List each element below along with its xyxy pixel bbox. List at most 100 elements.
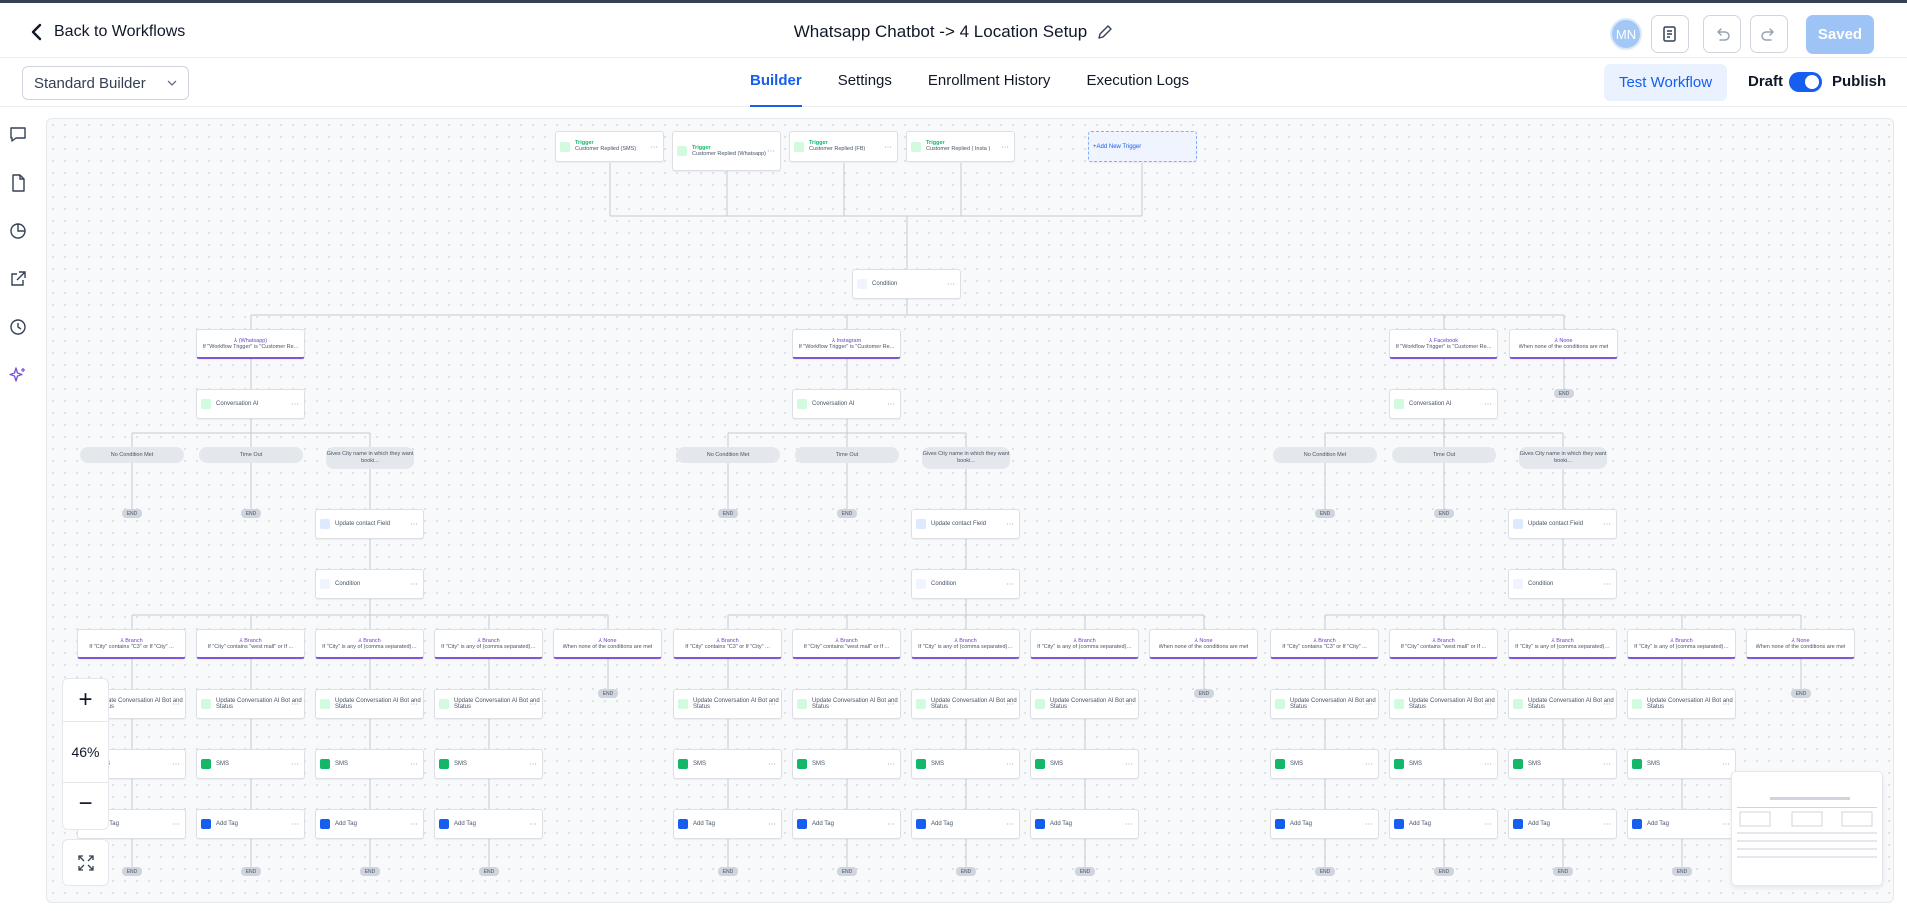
node-menu-icon[interactable]: ⋯ bbox=[1603, 520, 1611, 529]
node-menu-icon[interactable]: ⋯ bbox=[1006, 520, 1014, 529]
add-tag-node[interactable]: Add Tag ⋯ bbox=[434, 809, 543, 839]
notes-button[interactable] bbox=[1651, 15, 1689, 53]
conversation-ai-node[interactable]: Conversation AI ⋯ bbox=[792, 389, 901, 419]
update-ai-node[interactable]: Update Conversation AI Bot and Status⋯ bbox=[196, 689, 305, 719]
add-tag-node[interactable]: Add Tag ⋯ bbox=[1627, 809, 1736, 839]
sms-node[interactable]: SMS ⋯ bbox=[911, 749, 1020, 779]
add-tag-node[interactable]: Add Tag ⋯ bbox=[911, 809, 1020, 839]
add-tag-node[interactable]: Add Tag ⋯ bbox=[1508, 809, 1617, 839]
city-branch-node[interactable]: ⅄ Branch If "City" contains "west mall" o… bbox=[792, 629, 901, 659]
trigger-node[interactable]: Trigger Customer Replied (FB) ⋯ bbox=[789, 131, 898, 162]
node-menu-icon[interactable]: ⋯ bbox=[887, 400, 895, 409]
node-menu-icon[interactable]: ⋯ bbox=[529, 760, 537, 769]
sms-node[interactable]: SMS ⋯ bbox=[1627, 749, 1736, 779]
update-contact-node[interactable]: Update contact Field ⋯ bbox=[315, 509, 424, 539]
ai-outcome-pill[interactable]: No Condition Met bbox=[1273, 447, 1377, 463]
node-menu-icon[interactable]: ⋯ bbox=[887, 760, 895, 769]
builder-select[interactable]: Standard Builder bbox=[22, 66, 189, 100]
conversation-ai-node[interactable]: Conversation AI ⋯ bbox=[1389, 389, 1498, 419]
update-ai-node[interactable]: Update Conversation AI Bot and Status⋯ bbox=[1389, 689, 1498, 719]
node-menu-icon[interactable]: ⋯ bbox=[1125, 700, 1133, 709]
node-menu-icon[interactable]: ⋯ bbox=[529, 700, 537, 709]
node-menu-icon[interactable]: ⋯ bbox=[291, 820, 299, 829]
ai-outcome-pill[interactable]: Gives City name in which they want booki… bbox=[1519, 447, 1607, 469]
external-link-icon[interactable] bbox=[7, 268, 29, 290]
add-trigger-button[interactable]: + Add New Trigger bbox=[1088, 131, 1197, 162]
add-tag-node[interactable]: Add Tag ⋯ bbox=[673, 809, 782, 839]
city-branch-node[interactable]: ⅄ Branch If "City" is any of (comma separ… bbox=[1030, 629, 1139, 659]
node-menu-icon[interactable]: ⋯ bbox=[1006, 760, 1014, 769]
ai-outcome-pill[interactable]: Time Out bbox=[1392, 447, 1496, 463]
node-menu-icon[interactable]: ⋯ bbox=[1722, 760, 1730, 769]
node-menu-icon[interactable]: ⋯ bbox=[767, 147, 775, 156]
node-menu-icon[interactable]: ⋯ bbox=[887, 820, 895, 829]
city-condition-node[interactable]: Condition ⋯ bbox=[1508, 569, 1617, 599]
node-menu-icon[interactable]: ⋯ bbox=[947, 280, 955, 289]
node-menu-icon[interactable]: ⋯ bbox=[1365, 760, 1373, 769]
sms-node[interactable]: SMS ⋯ bbox=[1030, 749, 1139, 779]
city-condition-node[interactable]: Condition ⋯ bbox=[315, 569, 424, 599]
update-ai-node[interactable]: Update Conversation AI Bot and Status⋯ bbox=[1030, 689, 1139, 719]
tab-enrollment-history[interactable]: Enrollment History bbox=[910, 59, 1069, 107]
sms-node[interactable]: SMS ⋯ bbox=[1508, 749, 1617, 779]
trigger-node[interactable]: Trigger Customer Replied (Whatsapp) ⋯ bbox=[672, 131, 781, 171]
none-city-branch-node[interactable]: ⅄ None When none of the conditions are me… bbox=[553, 629, 662, 659]
none-city-branch-node[interactable]: ⅄ None When none of the conditions are me… bbox=[1149, 629, 1258, 659]
sms-node[interactable]: SMS ⋯ bbox=[315, 749, 424, 779]
node-menu-icon[interactable]: ⋯ bbox=[1006, 820, 1014, 829]
sms-node[interactable]: SMS ⋯ bbox=[792, 749, 901, 779]
add-tag-node[interactable]: Add Tag ⋯ bbox=[792, 809, 901, 839]
node-menu-icon[interactable]: ⋯ bbox=[768, 820, 776, 829]
saved-button[interactable]: Saved bbox=[1806, 15, 1874, 54]
sms-node[interactable]: SMS ⋯ bbox=[196, 749, 305, 779]
node-menu-icon[interactable]: ⋯ bbox=[650, 142, 658, 151]
node-menu-icon[interactable]: ⋯ bbox=[1484, 820, 1492, 829]
node-menu-icon[interactable]: ⋯ bbox=[291, 760, 299, 769]
add-tag-node[interactable]: Add Tag ⋯ bbox=[315, 809, 424, 839]
node-menu-icon[interactable]: ⋯ bbox=[1603, 700, 1611, 709]
branch-node[interactable]: ⅄ Instagram If "Workflow Trigger" is "Cus… bbox=[792, 329, 901, 359]
zoom-in-button[interactable]: + bbox=[63, 679, 108, 721]
add-tag-node[interactable]: Add Tag ⋯ bbox=[1270, 809, 1379, 839]
node-menu-icon[interactable]: ⋯ bbox=[1603, 760, 1611, 769]
city-branch-node[interactable]: ⅄ Branch If "City" is any of (comma separ… bbox=[434, 629, 543, 659]
avatar[interactable]: MN bbox=[1610, 18, 1642, 50]
node-menu-icon[interactable]: ⋯ bbox=[1365, 820, 1373, 829]
tab-builder[interactable]: Builder bbox=[732, 59, 820, 107]
workflow-canvas[interactable]: Trigger Customer Replied (SMS) ⋯ Trigger Cus… bbox=[46, 118, 1894, 903]
ai-outcome-pill[interactable]: Time Out bbox=[199, 447, 303, 463]
update-ai-node[interactable]: Update Conversation AI Bot and Status⋯ bbox=[792, 689, 901, 719]
tab-settings[interactable]: Settings bbox=[820, 59, 910, 107]
sparkle-icon[interactable] bbox=[7, 364, 29, 386]
sms-node[interactable]: SMS ⋯ bbox=[673, 749, 782, 779]
node-menu-icon[interactable]: ⋯ bbox=[410, 760, 418, 769]
city-branch-node[interactable]: ⅄ Branch If "City" is any of (comma separ… bbox=[1627, 629, 1736, 659]
none-city-branch-node[interactable]: ⅄ None When none of the conditions are me… bbox=[1746, 629, 1855, 659]
ai-outcome-pill[interactable]: No Condition Met bbox=[80, 447, 184, 463]
city-branch-node[interactable]: ⅄ Branch If "City" contains "west mall" o… bbox=[1389, 629, 1498, 659]
update-ai-node[interactable]: Update Conversation AI Bot and Status⋯ bbox=[1627, 689, 1736, 719]
update-ai-node[interactable]: Update Conversation AI Bot and Status⋯ bbox=[315, 689, 424, 719]
add-tag-node[interactable]: Add Tag ⋯ bbox=[1389, 809, 1498, 839]
node-menu-icon[interactable]: ⋯ bbox=[410, 820, 418, 829]
sms-node[interactable]: SMS ⋯ bbox=[434, 749, 543, 779]
zoom-out-button[interactable]: − bbox=[63, 783, 108, 825]
node-menu-icon[interactable]: ⋯ bbox=[768, 760, 776, 769]
node-menu-icon[interactable]: ⋯ bbox=[1365, 700, 1373, 709]
node-menu-icon[interactable]: ⋯ bbox=[410, 700, 418, 709]
node-menu-icon[interactable]: ⋯ bbox=[410, 580, 418, 589]
node-menu-icon[interactable]: ⋯ bbox=[1722, 700, 1730, 709]
node-menu-icon[interactable]: ⋯ bbox=[1006, 580, 1014, 589]
tab-execution-logs[interactable]: Execution Logs bbox=[1068, 59, 1207, 107]
update-contact-node[interactable]: Update contact Field ⋯ bbox=[1508, 509, 1617, 539]
undo-button[interactable] bbox=[1703, 15, 1741, 53]
node-menu-icon[interactable]: ⋯ bbox=[1125, 760, 1133, 769]
node-menu-icon[interactable]: ⋯ bbox=[1484, 400, 1492, 409]
node-menu-icon[interactable]: ⋯ bbox=[172, 820, 180, 829]
ai-outcome-pill[interactable]: Time Out bbox=[795, 447, 899, 463]
node-menu-icon[interactable]: ⋯ bbox=[172, 700, 180, 709]
chat-icon[interactable] bbox=[7, 124, 29, 146]
publish-toggle[interactable] bbox=[1789, 72, 1822, 92]
node-menu-icon[interactable]: ⋯ bbox=[1006, 700, 1014, 709]
update-ai-node[interactable]: Update Conversation AI Bot and Status⋯ bbox=[1508, 689, 1617, 719]
